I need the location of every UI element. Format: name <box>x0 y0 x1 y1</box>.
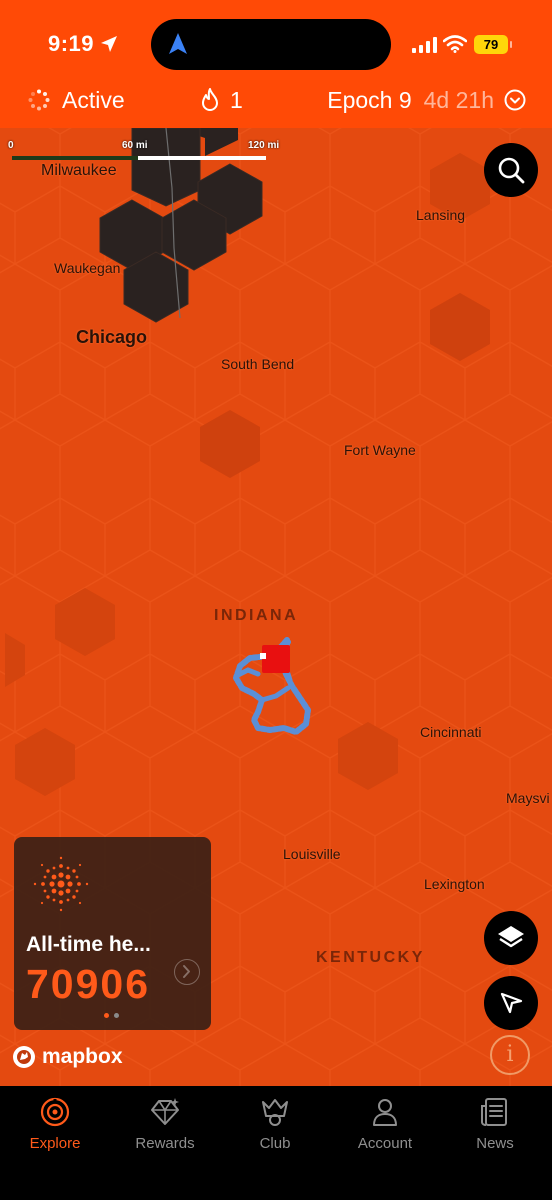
tab-label: Account <box>357 1135 413 1152</box>
cellular-signal-icon <box>412 37 437 53</box>
city-label: Fort Wayne <box>344 442 416 458</box>
status-time: 9:19 <box>48 31 95 56</box>
map-view[interactable]: 0 60 mi 120 mi Milwaukee Lansing Waukega… <box>0 128 552 1086</box>
search-button[interactable] <box>484 143 538 197</box>
dynamic-island <box>151 19 391 70</box>
city-label: Lexington <box>424 876 485 892</box>
city-label: Lansing <box>416 207 466 223</box>
top-bar: 9:19 79 Active 1 Epoch 9 4d 21h <box>0 0 552 128</box>
news-icon <box>481 1098 507 1126</box>
city-label: Waukegan <box>54 260 121 276</box>
city-label: Louisville <box>283 846 341 862</box>
scale-label-60: 60 mi <box>122 140 148 151</box>
tab-explore[interactable]: Explore <box>0 1086 110 1166</box>
heat-burst-icon <box>33 856 89 912</box>
active-status[interactable]: Active <box>28 86 125 114</box>
tab-label: News <box>476 1135 514 1152</box>
heat-card-next-button[interactable] <box>174 959 200 985</box>
explore-icon <box>40 1097 70 1127</box>
mapbox-attribution[interactable]: mapbox <box>12 1045 123 1069</box>
scale-bar-segment-1 <box>12 156 138 160</box>
wifi-icon <box>443 35 467 53</box>
tab-label: Explore <box>29 1135 81 1152</box>
chevron-down-circle-icon <box>504 89 526 111</box>
scale-label-120: 120 mi <box>248 140 280 151</box>
search-icon <box>498 157 525 184</box>
recenter-button[interactable] <box>484 976 538 1030</box>
scale-label-0: 0 <box>8 140 14 151</box>
epoch-selector[interactable]: Epoch 9 4d 21h <box>327 86 526 114</box>
tab-label: Club <box>259 1135 291 1152</box>
pager-dot-active <box>104 1013 109 1018</box>
heat-card-value: 70906 <box>26 961 151 1007</box>
state-label: INDIANA <box>214 607 299 624</box>
info-button[interactable]: i <box>490 1035 530 1075</box>
mapbox-label: mapbox <box>42 1045 123 1068</box>
epoch-label: Epoch 9 <box>327 86 412 113</box>
city-label: Cincinnati <box>420 724 482 740</box>
city-label: South Bend <box>221 356 295 372</box>
active-spinner-icon <box>28 89 50 111</box>
city-label: Milwaukee <box>41 162 117 179</box>
account-icon <box>373 1099 397 1126</box>
scale-bar-segment-2 <box>138 156 266 160</box>
flame-counter[interactable]: 1 <box>200 86 243 114</box>
tab-label: Rewards <box>135 1135 195 1152</box>
tab-club[interactable]: Club <box>220 1086 330 1166</box>
navigation-icon <box>169 33 187 54</box>
state-label: KENTUCKY <box>316 949 425 966</box>
city-label: Maysvi <box>506 790 550 806</box>
epoch-remaining: 4d 21h <box>423 86 494 113</box>
rewards-icon <box>151 1098 179 1125</box>
heat-card-pager[interactable] <box>104 1013 119 1018</box>
battery-icon: 79 <box>474 35 512 54</box>
layers-icon <box>498 926 524 948</box>
layers-button[interactable] <box>484 911 538 965</box>
tab-rewards[interactable]: Rewards <box>110 1086 220 1166</box>
chevron-right-icon <box>183 965 190 978</box>
flame-icon <box>202 88 218 111</box>
navigation-arrow-icon <box>500 992 523 1014</box>
city-label: Chicago <box>76 327 148 347</box>
location-marker-flag <box>260 653 266 659</box>
tab-account[interactable]: Account <box>330 1086 440 1166</box>
flame-count: 1 <box>230 86 243 113</box>
heat-card-label: All-time he... <box>26 933 151 956</box>
club-icon <box>262 1099 288 1126</box>
tab-news[interactable]: News <box>440 1086 550 1166</box>
info-icon: i <box>506 1042 514 1067</box>
current-location-marker[interactable] <box>262 645 290 673</box>
mapbox-logo-icon <box>13 1046 35 1068</box>
pager-dot <box>114 1013 119 1018</box>
location-arrow-icon <box>101 36 117 52</box>
heat-card[interactable]: All-time he... 70906 <box>14 837 211 1030</box>
tab-bar: Explore Rewards Club Account News <box>0 1086 552 1200</box>
active-status-label: Active <box>62 86 125 113</box>
